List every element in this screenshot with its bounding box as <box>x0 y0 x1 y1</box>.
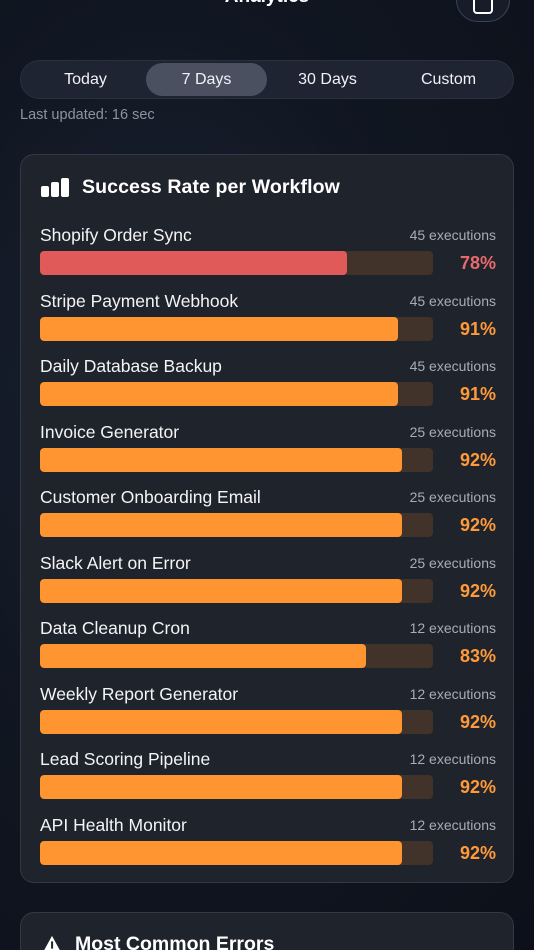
success-rate-bar-fill <box>40 447 402 472</box>
success-rate-bar-fill <box>40 709 402 734</box>
tab-today[interactable]: Today <box>25 63 146 96</box>
success-rate-bar-fill <box>40 513 402 537</box>
top-bar: Analytics <box>0 0 534 40</box>
workflow-row[interactable]: Daily Database Backup 45 executions 91% <box>40 356 496 412</box>
success-rate-percent: 92% <box>459 449 496 470</box>
tab-7-days[interactable]: 7 Days <box>146 63 267 96</box>
workflow-row[interactable]: Invoice Generator 25 executions 92% <box>40 422 496 478</box>
workflow-name: Lead Scoring Pipeline <box>40 749 211 769</box>
success-rate-bar-fill <box>40 840 402 865</box>
workflow-name: Daily Database Backup <box>40 356 222 376</box>
success-rate-bar <box>40 513 433 537</box>
tab-custom[interactable]: Custom <box>388 63 509 96</box>
success-rate-percent: 92% <box>459 777 496 797</box>
bar-chart-icon <box>41 177 69 197</box>
workflow-row[interactable]: Data Cleanup Cron 12 executions 83% <box>40 618 496 674</box>
card-title: Success Rate per Workflow <box>82 175 340 198</box>
success-rate-bar-fill <box>40 578 402 603</box>
success-rate-percent: 83% <box>459 646 496 666</box>
workflow-row[interactable]: Stripe Payment Webhook 45 executions 91% <box>40 291 496 347</box>
workflow-row[interactable]: Customer Onboarding Email 25 executions 92… <box>40 487 496 543</box>
success-rate-bar <box>40 775 433 799</box>
success-rate-bar <box>40 251 433 275</box>
workflow-name: API Health Monitor <box>40 814 187 835</box>
success-rate-bar <box>40 840 433 865</box>
workflow-name: Customer Onboarding Email <box>40 487 261 507</box>
success-rate-percent: 92% <box>459 580 496 601</box>
execution-count: 45 executions <box>409 292 496 309</box>
success-rate-bar-fill <box>40 644 366 668</box>
warning-icon <box>43 935 61 950</box>
workflow-name: Shopify Order Sync <box>40 225 192 245</box>
workflow-name: Slack Alert on Error <box>40 552 191 573</box>
errors-card-header: Most Common Errors <box>41 933 274 950</box>
success-rate-bar <box>40 316 433 341</box>
success-rate-bar-fill <box>40 382 398 406</box>
workflow-name: Invoice Generator <box>40 421 180 442</box>
success-rate-bar <box>40 709 433 734</box>
execution-count: 25 executions <box>409 554 496 571</box>
success-rate-percent: 92% <box>459 711 496 732</box>
success-rate-bar <box>40 578 433 603</box>
success-rate-card: Success Rate per Workflow Shopify Order … <box>20 154 514 883</box>
execution-count: 45 executions <box>409 358 496 374</box>
success-rate-percent: 92% <box>459 842 496 863</box>
success-rate-bar-fill <box>40 251 347 275</box>
execution-count: 12 executions <box>409 816 496 833</box>
success-rate-bar <box>40 382 433 406</box>
date-range-selector: Today 7 Days 30 Days Custom <box>20 60 514 99</box>
execution-count: 12 executions <box>409 685 496 702</box>
workflow-row[interactable]: API Health Monitor 12 executions 92% <box>40 815 496 871</box>
workflow-row[interactable]: Shopify Order Sync 45 executions 78% <box>40 225 496 281</box>
success-rate-bar-fill <box>40 775 402 799</box>
execution-count: 12 executions <box>409 751 496 767</box>
success-rate-bar <box>40 447 433 472</box>
execution-count: 25 executions <box>409 489 496 505</box>
success-rate-percent: 78% <box>459 253 496 273</box>
success-rate-percent: 91% <box>459 384 496 404</box>
success-rate-bar-fill <box>40 316 398 341</box>
success-rate-percent: 92% <box>459 515 496 535</box>
workflow-name: Stripe Payment Webhook <box>40 290 239 311</box>
page-title: Analytics <box>0 0 534 8</box>
workflow-row[interactable]: Lead Scoring Pipeline 12 executions 92% <box>40 749 496 805</box>
last-updated-text: Last updated: 16 sec <box>20 107 155 123</box>
workflow-row[interactable]: Slack Alert on Error 25 executions 92% <box>40 553 496 609</box>
execution-count: 25 executions <box>409 423 496 440</box>
workflow-row[interactable]: Weekly Report Generator 12 executions 92% <box>40 684 496 740</box>
errors-card[interactable]: Most Common Errors <box>20 912 514 950</box>
execution-count: 45 executions <box>409 227 496 243</box>
execution-count: 12 executions <box>409 620 496 636</box>
share-icon <box>473 0 493 14</box>
workflow-name: Weekly Report Generator <box>40 683 239 704</box>
tab-30-days[interactable]: 30 Days <box>267 63 388 96</box>
errors-card-title: Most Common Errors <box>75 933 275 950</box>
card-header: Success Rate per Workflow <box>41 175 340 199</box>
success-rate-percent: 91% <box>459 318 496 339</box>
share-button[interactable] <box>456 0 510 22</box>
workflow-name: Data Cleanup Cron <box>40 618 190 638</box>
success-rate-bar <box>40 644 433 668</box>
